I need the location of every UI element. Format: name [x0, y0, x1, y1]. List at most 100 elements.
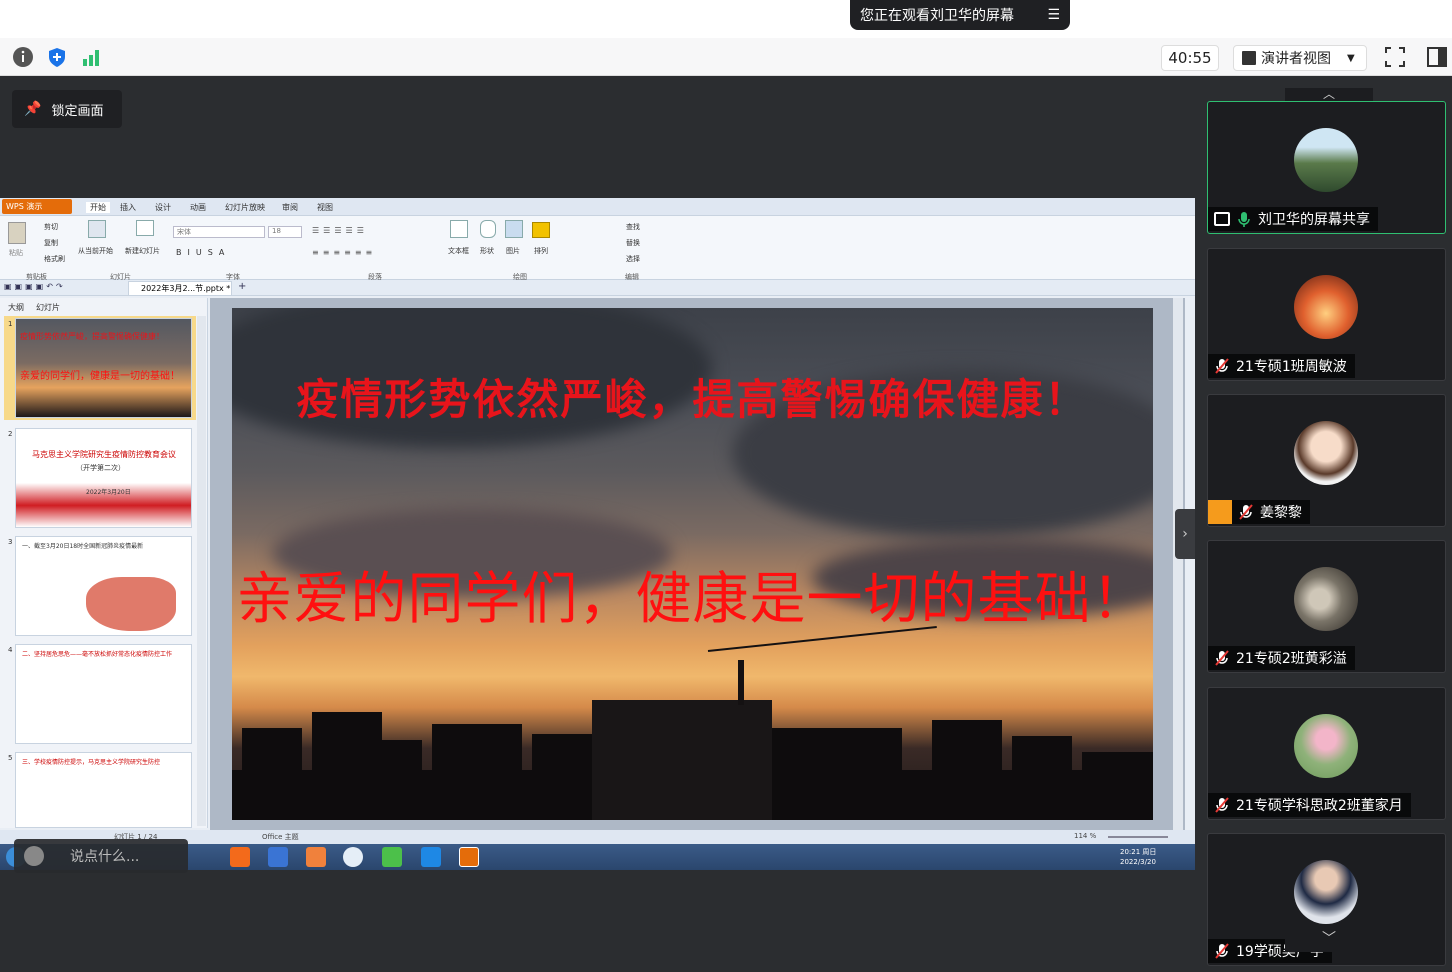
- participant-card[interactable]: 姜黎黎: [1207, 394, 1446, 527]
- side-panel-icon[interactable]: [1426, 46, 1448, 68]
- chevron-up-icon: ︿: [1322, 87, 1335, 101]
- pdf-app-icon[interactable]: [268, 847, 288, 867]
- format-painter-button[interactable]: 格式刷: [44, 254, 65, 264]
- participant-name: 21专硕2班黄彩溢: [1236, 651, 1347, 667]
- panel-tabs: 大纲 幻灯片: [0, 298, 208, 314]
- thumbnail-slide-5[interactable]: 三、学校疫情防控提示，马克思主义学院研究生防控: [15, 752, 192, 828]
- picture-button[interactable]: 图片: [506, 246, 520, 256]
- document-tab-label: 2022年3月2...节.pptx *: [141, 284, 231, 293]
- emoji-icon[interactable]: [24, 846, 44, 866]
- participant-namebar: 21专硕1班周敏波: [1208, 354, 1355, 378]
- participant-card[interactable]: 21专硕2班黄彩溢: [1207, 540, 1446, 673]
- paragraph-buttons[interactable]: ☰☰☰☰☰: [312, 226, 368, 235]
- ribbon-tab-insert[interactable]: 插入: [120, 202, 136, 213]
- participant-card[interactable]: 刘卫华的屏幕共享: [1207, 101, 1446, 234]
- mic-muted-icon: [1215, 943, 1229, 959]
- avatar: [1294, 714, 1358, 778]
- chevron-right-icon: ›: [1182, 526, 1188, 542]
- thumbnail-slide-2[interactable]: 马克思主义学院研究生疫情防控教育会议 （开学第二次） 2022年3月20日: [15, 428, 192, 528]
- participant-namebar: 刘卫华的屏幕共享: [1208, 207, 1378, 231]
- copy-button[interactable]: 复制: [44, 238, 58, 248]
- thumb-line: 亲爱的同学们，健康是一切的基础！: [20, 371, 180, 382]
- view-mode-select[interactable]: 演讲者视图 ▼: [1233, 45, 1367, 71]
- paste-label: 粘贴: [9, 249, 23, 257]
- font-size-value: 18: [272, 227, 281, 235]
- browser-icon[interactable]: [343, 847, 363, 867]
- format-buttons[interactable]: BIUSA: [176, 248, 230, 257]
- thumb-line: 2022年3月20日: [86, 489, 131, 496]
- scroll-up-button[interactable]: ︿: [1285, 88, 1373, 102]
- arrange-button[interactable]: 排列: [534, 246, 548, 256]
- from-current-button[interactable]: 从当前开始: [78, 246, 113, 256]
- player-icon[interactable]: [382, 847, 402, 867]
- ribbon-tab-view[interactable]: 视图: [317, 202, 333, 213]
- avatar: [1294, 421, 1358, 485]
- thumb-num: 2: [8, 430, 13, 438]
- ribbon-tab-review[interactable]: 审阅: [282, 202, 298, 213]
- app-icon[interactable]: [306, 847, 326, 867]
- slide-scrollbar[interactable]: [1173, 298, 1183, 830]
- ribbon-tab-animation[interactable]: 动画: [190, 202, 206, 213]
- arrange-icon: [532, 222, 550, 238]
- textbox-button[interactable]: 文本框: [448, 246, 469, 256]
- wps-title-bar: WPS 演示 开始 插入 设计 动画 幻灯片放映 审阅 视图: [0, 198, 1195, 216]
- top-bar: [0, 0, 1452, 38]
- new-slide-button[interactable]: 新建幻灯片: [125, 246, 160, 256]
- ribbon-tab-design[interactable]: 设计: [155, 202, 171, 213]
- wps-ribbon: 粘贴 剪切 复制 格式刷 从当前开始 新建幻灯片 宋体 18 BIUSA ☰☰☰…: [0, 216, 1195, 281]
- clock-time: 20:21 周日: [1120, 848, 1157, 856]
- wps-app-menu[interactable]: WPS 演示: [2, 199, 72, 214]
- participant-namebar: 姜黎黎: [1208, 500, 1310, 524]
- scroll-down-button[interactable]: ﹀: [1285, 928, 1373, 952]
- layout-icon: [1242, 51, 1256, 65]
- shield-icon[interactable]: [46, 46, 68, 68]
- ribbon-tab-slideshow[interactable]: 幻灯片放映: [225, 202, 265, 213]
- wps-window: WPS 演示 开始 插入 设计 动画 幻灯片放映 审阅 视图 粘贴 剪切 复制 …: [0, 198, 1195, 870]
- thumb-line: 三、学校疫情防控提示，马克思主义学院研究生防控: [22, 759, 161, 766]
- collapse-sidebar-button[interactable]: ›: [1175, 509, 1195, 559]
- font-name-select[interactable]: 宋体: [173, 226, 265, 238]
- mi-app-icon[interactable]: [230, 847, 250, 867]
- viewing-banner[interactable]: 您正在观看刘卫华的屏幕 ☰: [850, 0, 1070, 30]
- wps-taskbar-icon[interactable]: [459, 847, 479, 867]
- new-slide-icon: [136, 220, 154, 236]
- cut-button[interactable]: 剪切: [44, 222, 58, 232]
- document-tab[interactable]: 2022年3月2...节.pptx *: [128, 281, 232, 296]
- zoom-slider[interactable]: [1108, 836, 1168, 838]
- screen-share-icon: [1214, 212, 1230, 226]
- ribbon-tab-home[interactable]: 开始: [86, 202, 110, 213]
- slide-subtitle: 亲爱的同学们，健康是一切的基础！: [236, 567, 1149, 632]
- shape-button[interactable]: 形状: [480, 246, 494, 256]
- avatar: [1294, 860, 1358, 924]
- font-size-select[interactable]: 18: [268, 226, 302, 238]
- mic-muted-icon: [1215, 358, 1229, 374]
- list-icon[interactable]: ☰: [1047, 7, 1060, 23]
- select-button[interactable]: 选择: [626, 254, 640, 264]
- thumbnail-slide-3[interactable]: 一、截至3月20日18时全国新冠肺炎疫情最新: [15, 536, 192, 636]
- align-buttons[interactable]: ≡≡≡≡≡≡: [312, 248, 376, 257]
- participant-card[interactable]: 21专硕1班周敏波: [1207, 248, 1446, 381]
- lock-screen-button[interactable]: 📌 锁定画面: [12, 90, 122, 128]
- meeting-app-icon[interactable]: [421, 847, 441, 867]
- replace-button[interactable]: 替换: [626, 238, 640, 248]
- current-slide[interactable]: 疫情形势依然严峻，提高警惕确保健康！ 亲爱的同学们，健康是一切的基础！: [232, 308, 1153, 820]
- thumb-num: 5: [8, 754, 13, 762]
- tab-slides[interactable]: 幻灯片: [36, 302, 60, 313]
- signal-icon[interactable]: [80, 46, 102, 68]
- viewing-banner-text: 您正在观看刘卫华的屏幕: [860, 8, 1014, 24]
- thumbnail-slide-1[interactable]: 疫情形势依然严峻，提高警惕确保健康！ 亲爱的同学们，健康是一切的基础！: [15, 318, 192, 418]
- chevron-down-icon: ﹀: [1322, 931, 1336, 947]
- fullscreen-icon[interactable]: [1384, 46, 1406, 68]
- tab-outline[interactable]: 大纲: [8, 302, 24, 313]
- slide-title: 疫情形势依然严峻，提高警惕确保健康！: [296, 375, 1089, 424]
- new-tab-button[interactable]: +: [238, 281, 246, 292]
- paste-icon[interactable]: [8, 222, 26, 244]
- chat-input[interactable]: 说点什么...: [14, 839, 188, 873]
- quick-access-icons[interactable]: ▣▣▣▣↶↷: [4, 282, 66, 291]
- info-icon[interactable]: [12, 46, 34, 68]
- chat-placeholder: 说点什么...: [70, 849, 140, 865]
- participant-card[interactable]: 21专硕学科思政2班董家月: [1207, 687, 1446, 820]
- thumbnail-slide-4[interactable]: 二、坚持居危思危——毫不放松抓好常态化疫情防控工作: [15, 644, 192, 744]
- find-button[interactable]: 查找: [626, 222, 640, 232]
- panel-scrollbar[interactable]: [197, 316, 206, 826]
